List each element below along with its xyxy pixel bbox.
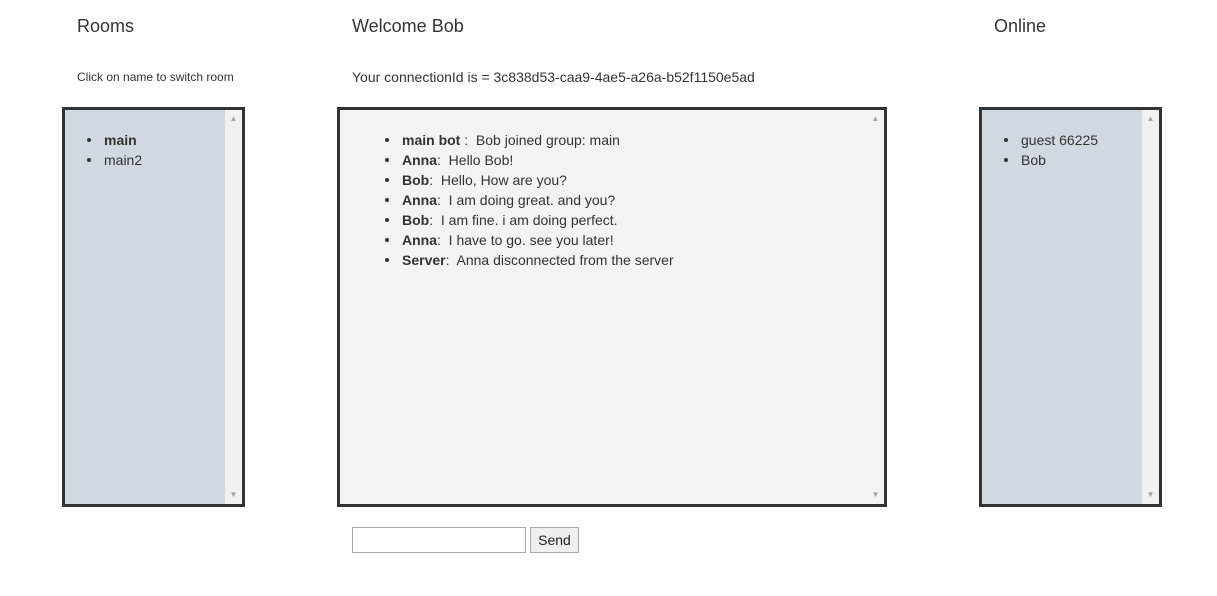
connection-id-text: Your connectionId is = 3c838d53-caa9-4ae… xyxy=(352,69,755,85)
message-text: Hello, How are you? xyxy=(437,172,567,188)
message-text: I have to go. see you later! xyxy=(444,232,614,248)
triangle-down-icon[interactable]: ▼ xyxy=(867,488,884,502)
chat-message: Bob: Hello, How are you? xyxy=(383,170,674,190)
message-sender: Anna xyxy=(402,152,437,168)
message-separator: : xyxy=(429,212,437,228)
message-separator: : xyxy=(437,152,445,168)
message-separator: : xyxy=(429,172,437,188)
message-text: Bob joined group: main xyxy=(472,132,620,148)
rooms-list-area: main main2 xyxy=(65,110,225,504)
chat-scrollbar[interactable]: ▲ ▼ xyxy=(867,110,884,504)
message-input[interactable] xyxy=(352,527,526,553)
rooms-scrollbar[interactable]: ▲ ▼ xyxy=(225,110,242,504)
message-sender: main bot xyxy=(402,132,461,148)
room-item-main2[interactable]: main2 xyxy=(85,150,142,170)
triangle-up-icon[interactable]: ▲ xyxy=(867,112,884,126)
chat-message: Server: Anna disconnected from the serve… xyxy=(383,250,674,270)
chat-panel: main bot : Bob joined group: main Anna: H… xyxy=(337,107,887,507)
room-item-main[interactable]: main xyxy=(85,130,142,150)
online-panel: guest 66225 Bob ▲ ▼ xyxy=(979,107,1162,507)
message-separator: : xyxy=(460,132,473,148)
send-button[interactable]: Send xyxy=(530,527,579,553)
message-text: I am fine. i am doing perfect. xyxy=(437,212,618,228)
message-sender: Bob xyxy=(402,172,430,188)
chat-message: Anna: I am doing great. and you? xyxy=(383,190,674,210)
message-text: I am doing great. and you? xyxy=(444,192,616,208)
chat-message: main bot : Bob joined group: main xyxy=(383,130,674,150)
welcome-title: Welcome Bob xyxy=(352,16,464,36)
rooms-hint: Click on name to switch room xyxy=(77,70,234,84)
message-sender: Server xyxy=(402,252,446,268)
online-user: Bob xyxy=(1002,150,1098,170)
online-title: Online xyxy=(994,16,1047,36)
triangle-up-icon[interactable]: ▲ xyxy=(225,112,242,126)
chat-message: Bob: I am fine. i am doing perfect. xyxy=(383,210,674,230)
rooms-list: main main2 xyxy=(85,130,142,170)
rooms-panel: main main2 ▲ ▼ xyxy=(62,107,245,507)
triangle-up-icon[interactable]: ▲ xyxy=(1142,112,1159,126)
online-user: guest 66225 xyxy=(1002,130,1098,150)
online-users-list: guest 66225 Bob xyxy=(1002,130,1098,170)
triangle-down-icon[interactable]: ▼ xyxy=(1142,488,1159,502)
chat-messages-area: main bot : Bob joined group: main Anna: H… xyxy=(340,110,867,504)
online-scrollbar[interactable]: ▲ ▼ xyxy=(1142,110,1159,504)
rooms-title: Rooms xyxy=(77,16,135,36)
message-text: Hello Bob! xyxy=(444,152,514,168)
chat-message: Anna: Hello Bob! xyxy=(383,150,674,170)
chat-messages-list: main bot : Bob joined group: main Anna: H… xyxy=(383,130,674,270)
online-list-area: guest 66225 Bob xyxy=(982,110,1142,504)
message-separator: : xyxy=(437,232,445,248)
message-separator: : xyxy=(437,192,445,208)
chat-message: Anna: I have to go. see you later! xyxy=(383,230,674,250)
message-sender: Anna xyxy=(402,192,437,208)
triangle-down-icon[interactable]: ▼ xyxy=(225,488,242,502)
message-sender: Anna xyxy=(402,232,437,248)
message-text: Anna disconnected from the server xyxy=(453,252,674,268)
message-sender: Bob xyxy=(402,212,430,228)
